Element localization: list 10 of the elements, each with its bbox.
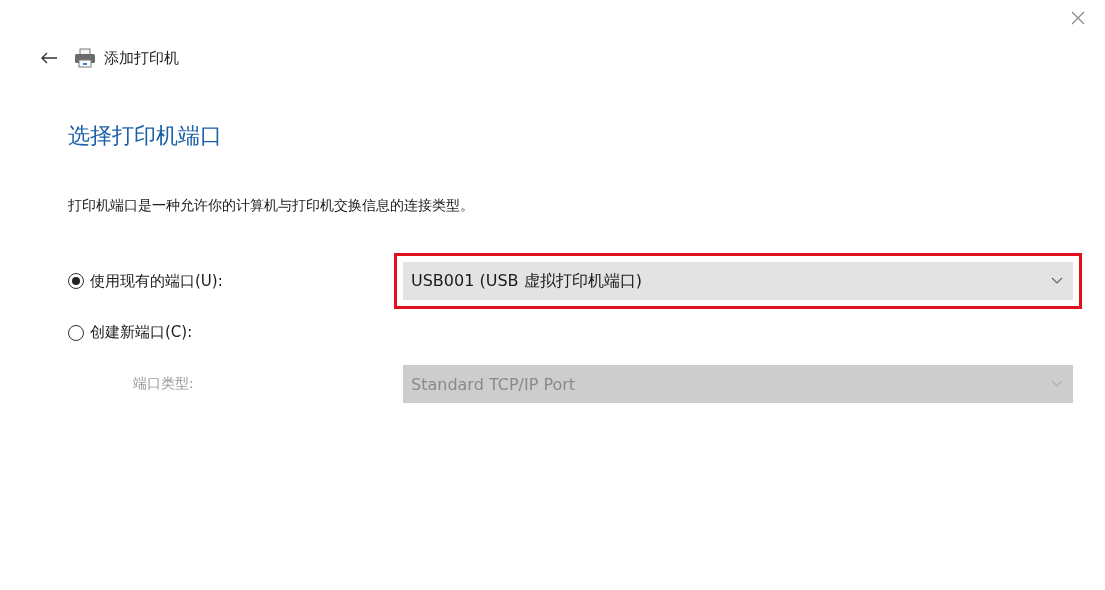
port-radio-option[interactable]: 使用现有的端口(U): <box>68 271 394 291</box>
page-heading: 选择打印机端口 <box>68 122 223 150</box>
chevron-down-icon <box>1051 380 1063 388</box>
chevron-down-icon <box>1051 277 1063 285</box>
description-text: 打印机端口是一种允许你的计算机与打印机交换信息的连接类型。 <box>68 197 475 215</box>
port-type-label: 端口类型: <box>132 375 194 393</box>
window-title: 添加打印机 <box>104 48 179 68</box>
printer-icon <box>74 48 96 68</box>
port-dropdown[interactable]: USB001 (USB 虚拟打印机端口) <box>403 262 1073 300</box>
port-radio-option[interactable]: 创建新端口(C): <box>68 323 394 342</box>
